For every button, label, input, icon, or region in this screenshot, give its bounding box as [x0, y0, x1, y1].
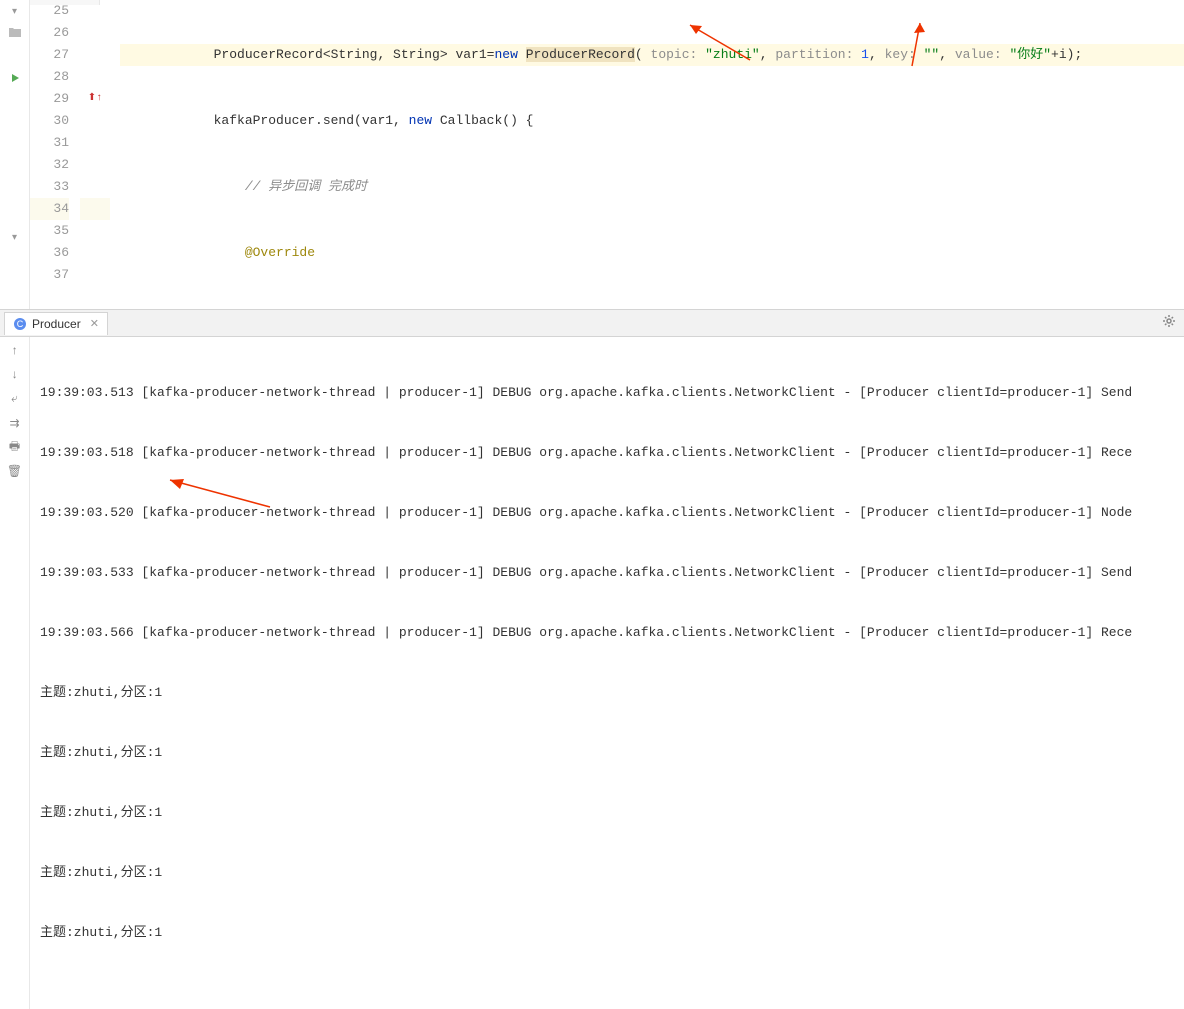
console-output[interactable]: 19:39:03.513 [kafka-producer-network-thr…	[30, 337, 1184, 1009]
editor-left-gutter: ▾ ▾	[0, 0, 30, 309]
print-icon[interactable]: 🖶	[7, 439, 23, 455]
console-area: ↑ ↓ ⤶ ⇉ 🖶 🗑 19:39:03.513 [kafka-producer…	[0, 337, 1184, 1009]
close-icon[interactable]: ✕	[90, 317, 99, 330]
console-tab-bar: C Producer ✕	[0, 310, 1184, 337]
log-line: 主题:zhuti,分区:1	[40, 743, 1174, 763]
svg-text:C: C	[17, 319, 24, 329]
log-line: 19:39:03.533 [kafka-producer-network-thr…	[40, 563, 1174, 583]
tab-label: Producer	[32, 317, 81, 331]
log-line: 19:39:03.566 [kafka-producer-network-thr…	[40, 623, 1174, 643]
tab-producer[interactable]: C Producer ✕	[4, 312, 108, 335]
log-line: 主题:zhuti,分区:1	[40, 803, 1174, 823]
gear-icon[interactable]	[1162, 314, 1176, 332]
console-toolbar: ↑ ↓ ⤶ ⇉ 🖶 🗑	[0, 337, 30, 1009]
line-number-gutter: 25 26 27 28 29 30 31 32 33 34 35 36 37	[30, 0, 80, 309]
editor-area: ▾ ▾ 25 26 27 28 29 30 31 32 33	[0, 0, 1184, 310]
log-line: 19:39:03.518 [kafka-producer-network-thr…	[40, 443, 1174, 463]
override-marker-icon[interactable]: ⬆↑	[80, 88, 110, 110]
run-gutter-icon[interactable]	[7, 70, 23, 86]
log-line: 主题:zhuti,分区:1	[40, 683, 1174, 703]
collapse-arrow-icon[interactable]: ▾	[7, 230, 23, 246]
log-line: 主题:zhuti,分区:1	[40, 863, 1174, 883]
folder-icon[interactable]	[8, 26, 22, 38]
clear-icon[interactable]: 🗑	[7, 463, 23, 479]
scroll-down-icon[interactable]: ↓	[7, 367, 23, 383]
scroll-up-icon[interactable]: ↑	[7, 343, 23, 359]
soft-wrap-icon[interactable]: ⤶	[7, 391, 23, 407]
bottom-panel: C Producer ✕ ↑ ↓ ⤶ ⇉ 🖶 🗑 19:39:03.513 [k…	[0, 310, 1184, 1009]
log-line: 19:39:03.513 [kafka-producer-network-thr…	[40, 383, 1174, 403]
collapse-arrow-icon[interactable]: ▾	[7, 4, 23, 20]
code-area[interactable]: 25 26 27 28 29 30 31 32 33 34 35 36 37 ⬆…	[30, 0, 1184, 309]
marker-gutter: ⬆↑	[80, 0, 110, 309]
code-content[interactable]: ProducerRecord<String, String> var1=new …	[110, 0, 1184, 309]
scroll-to-end-icon[interactable]: ⇉	[7, 415, 23, 431]
log-line: 19:39:03.520 [kafka-producer-network-thr…	[40, 503, 1174, 523]
class-icon: C	[13, 317, 27, 331]
log-line: 主题:zhuti,分区:1	[40, 923, 1174, 943]
